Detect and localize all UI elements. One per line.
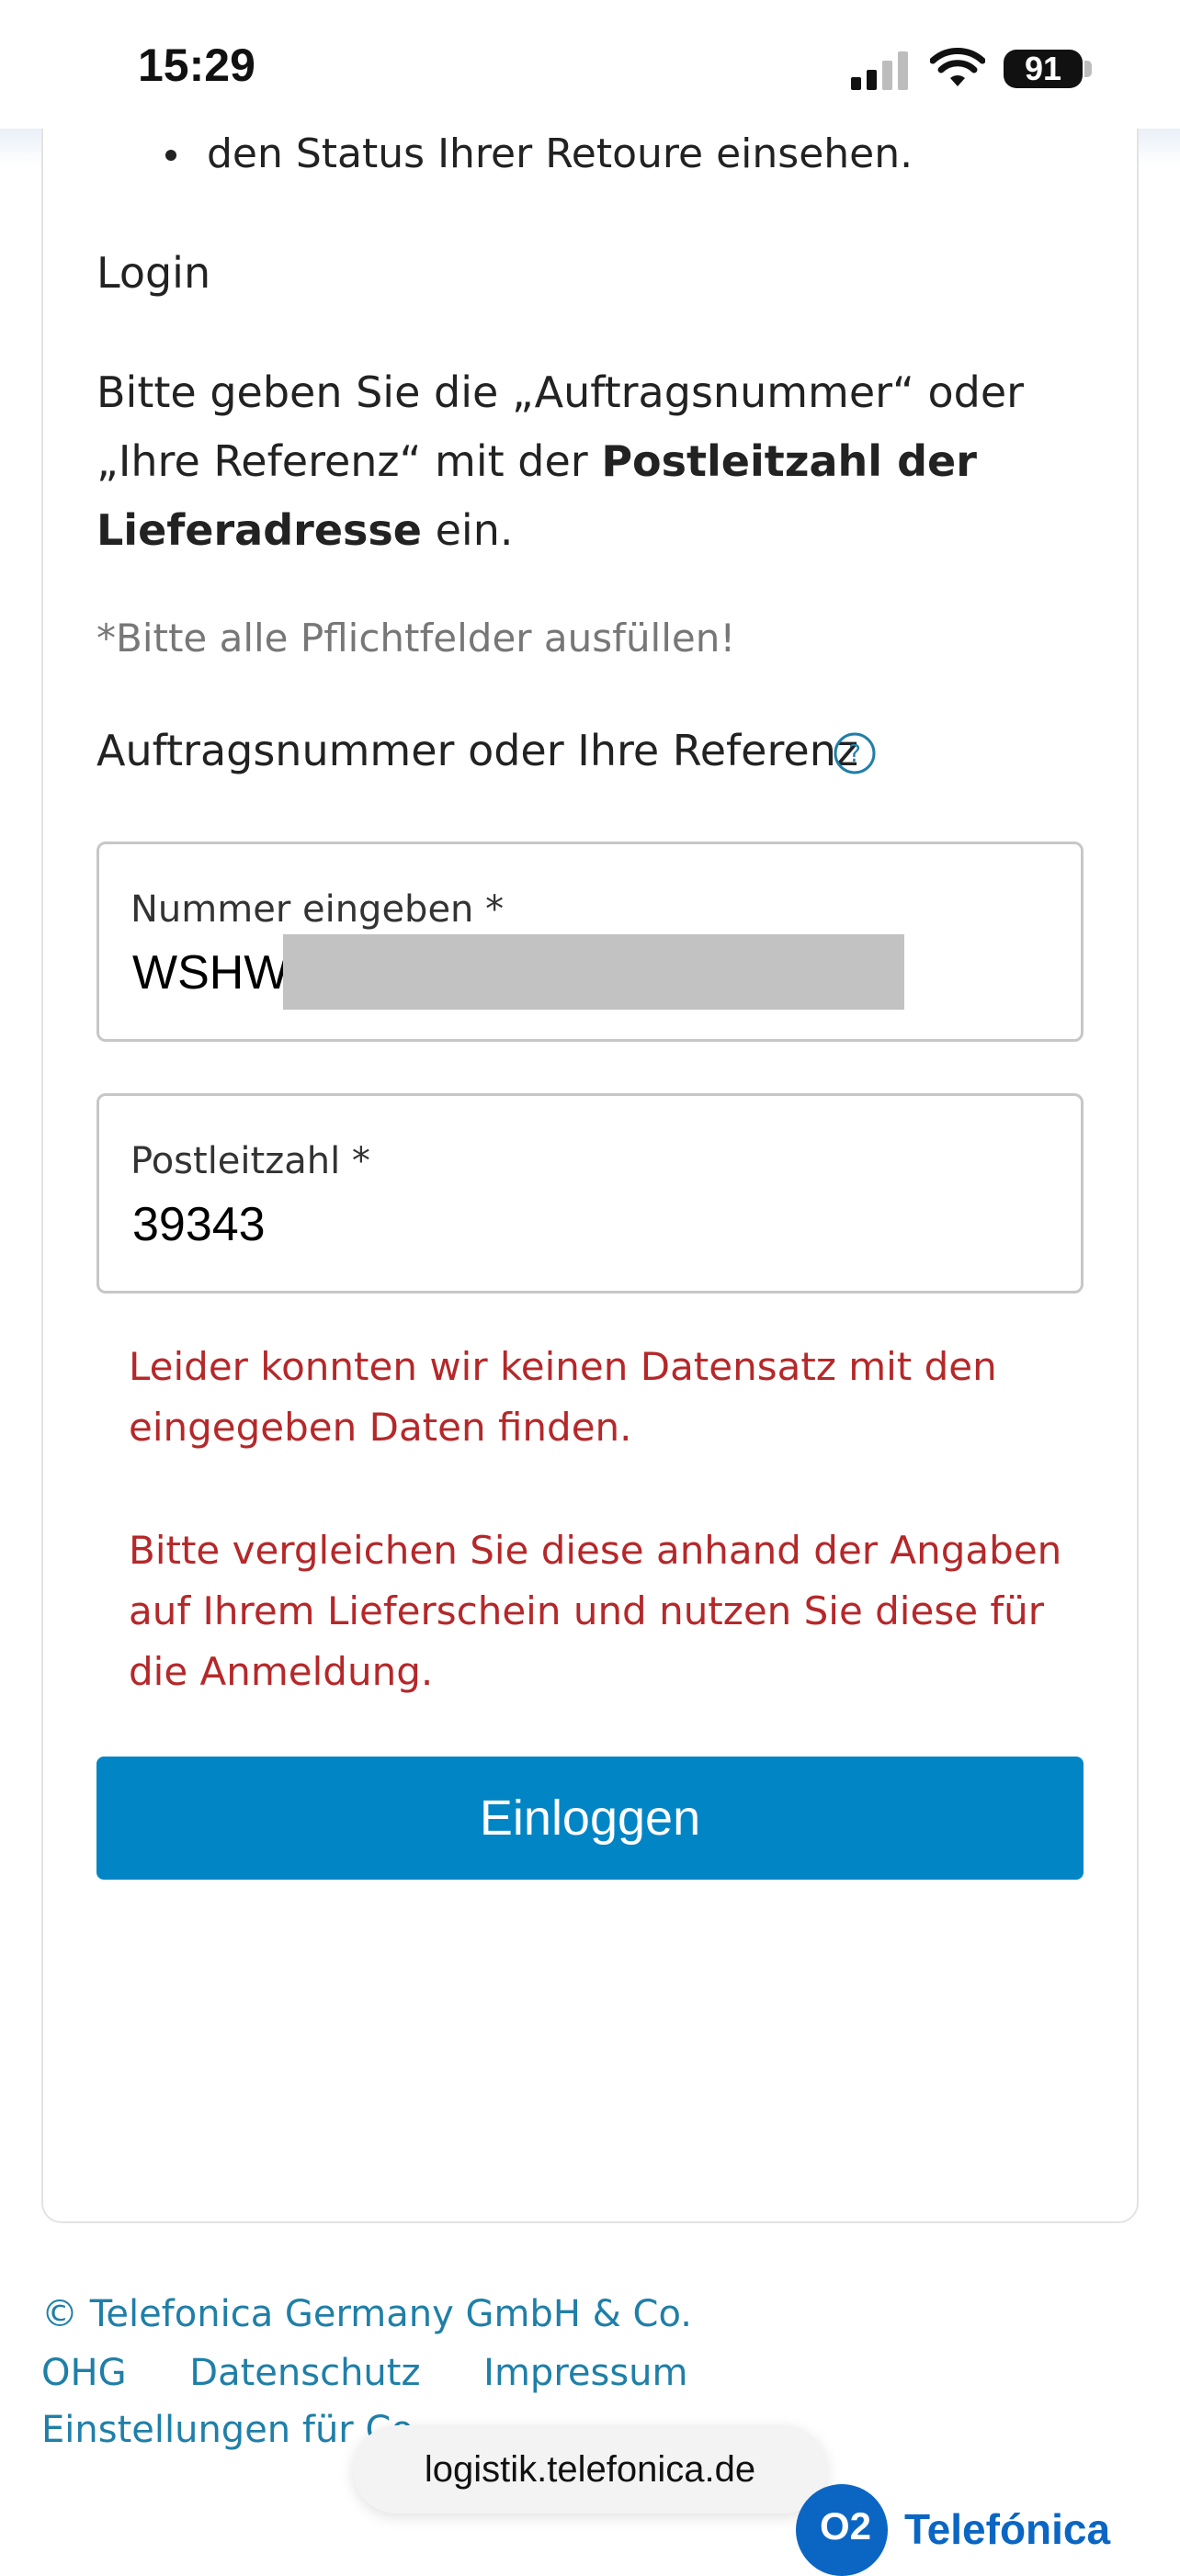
footer-link-impressum[interactable]: Impressum	[483, 2352, 687, 2394]
footer-copyright: © Telefonica Germany GmbH & Co.	[41, 2293, 692, 2335]
order-number-field-label: Nummer eingeben *	[130, 888, 505, 931]
redacted-block	[283, 934, 904, 1010]
footer-row: OHG Datenschutz Impressum	[41, 2352, 688, 2394]
battery-indicator: 91	[1004, 50, 1083, 88]
browser-url-bar[interactable]: logistik.telefonica.de	[353, 2425, 827, 2514]
footer-link-datenschutz[interactable]: Datenschutz	[189, 2352, 420, 2394]
footer-link-cookie-settings[interactable]: Einstellungen für Co	[41, 2409, 414, 2451]
intro-text-end: ein.	[421, 505, 514, 555]
login-instructions: Bitte geben Sie die „Auftragsnummer“ ode…	[96, 358, 1071, 565]
bullet-dot	[165, 150, 176, 161]
postal-code-field-label: Postleitzahl *	[130, 1140, 370, 1182]
postal-code-field[interactable]: Postleitzahl * 39343	[96, 1093, 1084, 1294]
error-message-not-found: Leider konnten wir keinen Datensatz mit …	[129, 1344, 997, 1450]
status-time: 15:29	[138, 40, 255, 91]
telefonica-logo-text: Telefónica	[904, 2505, 1111, 2553]
required-fields-note: *Bitte alle Pflichtfelder ausfüllen!	[96, 616, 736, 661]
login-button[interactable]: Einloggen	[96, 1757, 1084, 1880]
svg-text:?: ?	[848, 740, 861, 768]
o2-logo-text: O2	[820, 2504, 872, 2548]
battery-tip	[1084, 61, 1092, 77]
error-message-compare: Bitte vergleichen Sie diese anhand der A…	[129, 1528, 1062, 1694]
status-bar: 15:29 91	[0, 0, 1180, 129]
order-number-field[interactable]: Nummer eingeben * WSHW	[96, 842, 1084, 1042]
wifi-icon	[930, 48, 985, 86]
footer-copyright-company-suffix: OHG	[41, 2352, 127, 2394]
postal-code-input[interactable]: 39343	[132, 1197, 266, 1252]
help-icon[interactable]: ?	[833, 731, 877, 775]
order-number-label: Auftragsnummer oder Ihre Referenz	[96, 726, 858, 775]
order-number-input[interactable]: WSHW	[132, 945, 289, 1000]
cellular-signal-icon	[851, 51, 908, 90]
bullet-item: den Status Ihrer Retoure einsehen.	[207, 130, 913, 177]
login-heading: Login	[96, 248, 211, 298]
